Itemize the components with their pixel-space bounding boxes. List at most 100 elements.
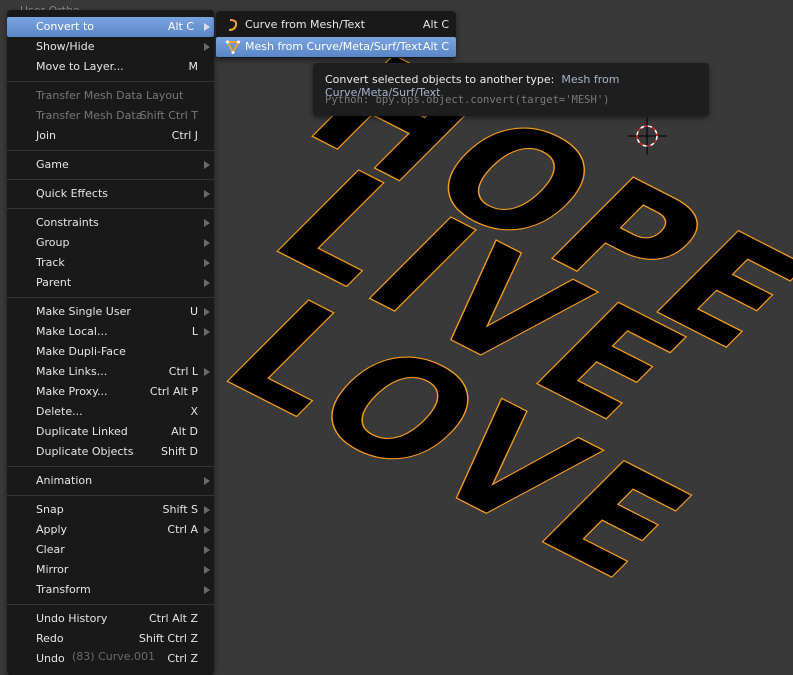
- menu-item-label: Make Proxy...: [36, 385, 108, 398]
- menu-item-snap[interactable]: Snap Shift S: [7, 500, 214, 520]
- object-context-menu: Convert to Alt C Show/Hide Move to Layer...…: [7, 10, 214, 675]
- menu-item-label: Clear: [36, 543, 65, 556]
- menu-item-redo[interactable]: Redo Shift Ctrl Z: [7, 629, 214, 649]
- menu-item-animation[interactable]: Animation: [7, 471, 214, 491]
- submenu-arrow-icon: [204, 161, 210, 169]
- submenu-arrow-icon: [204, 566, 210, 574]
- menu-item-curve-from-mesh[interactable]: Curve from Mesh/Text Alt C: [216, 15, 456, 35]
- menu-item-game[interactable]: Game: [7, 155, 214, 175]
- submenu-arrow-icon: [204, 259, 210, 267]
- menu-item-label: Apply: [36, 523, 68, 536]
- menu-item-shortcut: Ctrl Z: [167, 652, 198, 665]
- menu-separator: [7, 466, 214, 467]
- menu-separator: [7, 495, 214, 496]
- convert-to-submenu: Curve from Mesh/Text Alt C Mesh from Cur…: [216, 11, 456, 58]
- menu-item-mirror[interactable]: Mirror: [7, 560, 214, 580]
- menu-separator: [7, 604, 214, 605]
- menu-item-label: Transform: [36, 583, 91, 596]
- menu-item-shortcut: Ctrl A: [167, 523, 198, 536]
- menu-item-shortcut: Shift S: [162, 503, 198, 516]
- menu-separator: [7, 81, 214, 82]
- submenu-arrow-icon: [204, 279, 210, 287]
- menu-item-make-proxy[interactable]: Make Proxy... Ctrl Alt P: [7, 382, 214, 402]
- menu-item-label: Transfer Mesh Data Layout: [36, 89, 184, 102]
- submenu-arrow-icon: [204, 368, 210, 376]
- menu-item-track[interactable]: Track: [7, 253, 214, 273]
- submenu-arrow-icon: [204, 506, 210, 514]
- menu-item-duplicate-linked[interactable]: Duplicate Linked Alt D: [7, 422, 214, 442]
- menu-item-label: Snap: [36, 503, 64, 516]
- menu-item-convert-to[interactable]: Convert to Alt C: [7, 17, 214, 37]
- menu-item-constraints[interactable]: Constraints: [7, 213, 214, 233]
- submenu-arrow-icon: [204, 190, 210, 198]
- menu-item-shortcut: Ctrl Alt Z: [149, 612, 198, 625]
- menu-item-clear[interactable]: Clear: [7, 540, 214, 560]
- menu-item-shortcut: Alt C: [167, 20, 194, 33]
- menu-separator: [7, 179, 214, 180]
- menu-item-label: Duplicate Linked: [36, 425, 128, 438]
- menu-item-parent[interactable]: Parent: [7, 273, 214, 293]
- menu-item-label: Convert to: [36, 20, 95, 33]
- menu-item-undo[interactable]: Undo Ctrl Z: [7, 649, 214, 669]
- submenu-arrow-icon: [204, 328, 210, 336]
- menu-item-shortcut: U: [189, 305, 198, 318]
- submenu-arrow-icon: [204, 586, 210, 594]
- curve-icon: [228, 19, 238, 31]
- menu-item-label: Constraints: [36, 216, 99, 229]
- menu-item-move-to-layer[interactable]: Move to Layer... M: [7, 57, 214, 77]
- menu-item-delete[interactable]: Delete... X: [7, 402, 214, 422]
- menu-item-make-single-user[interactable]: Make Single User U: [7, 302, 214, 322]
- menu-item-label: Show/Hide: [36, 40, 95, 53]
- menu-item-shortcut: M: [188, 60, 199, 73]
- menu-item-shortcut: Ctrl L: [168, 365, 198, 378]
- menu-item-label: Duplicate Objects: [36, 445, 134, 458]
- menu-item-label: Make Local...: [36, 325, 108, 338]
- menu-item-duplicate-objects[interactable]: Duplicate Objects Shift D: [7, 442, 214, 462]
- menu-item-make-dupli-face[interactable]: Make Dupli-Face: [7, 342, 214, 362]
- menu-item-show-hide[interactable]: Show/Hide: [7, 37, 214, 57]
- menu-item-label: Redo: [36, 632, 64, 645]
- menu-item-group[interactable]: Group: [7, 233, 214, 253]
- menu-item-transfer-mesh-data-layout: Transfer Mesh Data Layout: [7, 86, 214, 106]
- tooltip: Convert selected objects to another type…: [313, 63, 709, 116]
- menu-item-shortcut: Shift Ctrl Z: [138, 632, 198, 645]
- menu-item-label: Make Links...: [36, 365, 108, 378]
- menu-item-shortcut: Ctrl J: [171, 129, 198, 142]
- menu-item-label: Mirror: [36, 563, 69, 576]
- menu-item-make-local[interactable]: Make Local... L: [7, 322, 214, 342]
- menu-item-shortcut: Shift Ctrl T: [139, 109, 198, 122]
- menu-separator: [7, 208, 214, 209]
- menu-item-quick-effects[interactable]: Quick Effects: [7, 184, 214, 204]
- menu-item-label: Move to Layer...: [36, 60, 124, 73]
- menu-item-make-links[interactable]: Make Links... Ctrl L: [7, 362, 214, 382]
- menu-separator: [7, 150, 214, 151]
- mesh-icon: [226, 40, 240, 54]
- submenu-arrow-icon: [204, 477, 210, 485]
- submenu-arrow-icon: [204, 43, 210, 51]
- menu-item-label: Track: [36, 256, 65, 269]
- submenu-arrow-icon: [204, 526, 210, 534]
- menu-item-apply[interactable]: Apply Ctrl A: [7, 520, 214, 540]
- menu-item-transfer-mesh-data: Transfer Mesh Data Shift Ctrl T: [7, 106, 214, 126]
- menu-item-label: Transfer Mesh Data: [36, 109, 143, 122]
- menu-item-mesh-from-curve[interactable]: Mesh from Curve/Meta/Surf/Text Alt C: [216, 37, 456, 57]
- menu-item-label: Quick Effects: [36, 187, 108, 200]
- tooltip-python: Python: bpy.ops.object.convert(target='M…: [325, 94, 610, 106]
- tooltip-description: Convert selected objects to another type…: [325, 73, 555, 86]
- menu-item-shortcut: Shift D: [161, 445, 198, 458]
- menu-item-join[interactable]: Join Ctrl J: [7, 126, 214, 146]
- menu-item-label: Undo: [36, 652, 65, 665]
- menu-item-shortcut: X: [190, 405, 198, 418]
- submenu-arrow-icon: [204, 308, 210, 316]
- menu-item-label: Group: [36, 236, 70, 249]
- menu-item-shortcut: L: [191, 325, 198, 338]
- menu-item-undo-history[interactable]: Undo History Ctrl Alt Z: [7, 609, 214, 629]
- menu-item-label: Animation: [36, 474, 93, 487]
- menu-separator: [7, 297, 214, 298]
- menu-item-transform[interactable]: Transform: [7, 580, 214, 600]
- submenu-arrow-icon: [204, 23, 210, 31]
- menu-item-label: Make Single User: [36, 305, 131, 318]
- menu-item-label: Delete...: [36, 405, 83, 418]
- menu-item-shortcut: Alt D: [171, 425, 198, 438]
- submenu-arrow-icon: [204, 546, 210, 554]
